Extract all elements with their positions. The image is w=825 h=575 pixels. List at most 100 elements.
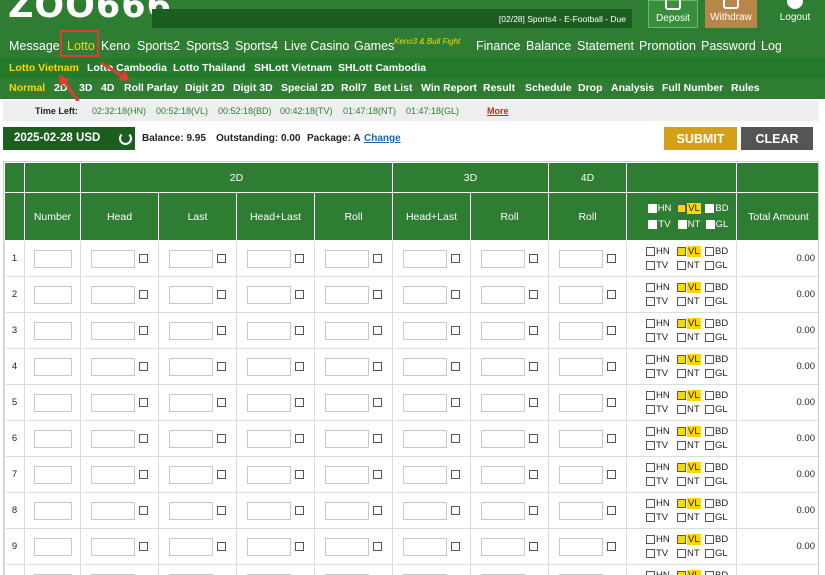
checkbox-icon[interactable] <box>705 534 714 544</box>
number-input[interactable] <box>33 285 72 304</box>
roll-3d-input[interactable] <box>481 285 525 304</box>
checkbox-icon[interactable] <box>646 534 655 544</box>
checkbox-icon[interactable] <box>451 434 460 443</box>
nav-live-casino[interactable]: Live Casino <box>284 39 349 53</box>
head-input[interactable] <box>91 357 135 376</box>
checkbox-icon[interactable] <box>646 462 655 472</box>
refresh-icon[interactable] <box>119 132 132 145</box>
checkbox-icon[interactable] <box>677 260 686 270</box>
region-option-nt[interactable]: NT <box>677 512 705 523</box>
head-input[interactable] <box>91 249 135 268</box>
checkbox-icon[interactable] <box>529 326 538 335</box>
checkbox-icon[interactable] <box>646 260 655 270</box>
checkbox-icon[interactable] <box>373 290 382 299</box>
roll-4d-input[interactable] <box>559 357 603 376</box>
roll-input[interactable] <box>325 501 369 520</box>
checkbox-icon[interactable] <box>705 440 714 450</box>
nav-games[interactable]: Games <box>354 39 394 53</box>
head-last-input[interactable] <box>247 321 291 340</box>
nav-sports3[interactable]: Sports3 <box>186 39 229 53</box>
last-input[interactable] <box>169 393 213 412</box>
checkbox-icon[interactable] <box>646 548 655 558</box>
checkbox-icon[interactable] <box>217 398 226 407</box>
roll-4d-input[interactable] <box>559 465 603 484</box>
region-option-nt[interactable]: NT <box>677 332 705 343</box>
region-option-bd[interactable]: BD <box>705 498 733 509</box>
type-rules[interactable]: Rules <box>731 82 760 94</box>
news-ticker[interactable]: [02/28] Sports4 - E-Football - Due <box>152 9 632 28</box>
checkbox-icon[interactable] <box>646 368 655 378</box>
subnav-shlott-cambodia[interactable]: SHLott Cambodia <box>338 62 426 74</box>
roll-input[interactable] <box>325 249 369 268</box>
region-option-nt[interactable]: NT <box>677 548 705 559</box>
checkbox-icon[interactable] <box>373 470 382 479</box>
checkbox-icon[interactable] <box>295 470 304 479</box>
region-option-hn[interactable]: HN <box>646 462 677 473</box>
region-option-gl[interactable]: GL <box>705 512 733 523</box>
checkbox-icon[interactable] <box>139 362 148 371</box>
roll-4d-input[interactable] <box>559 501 603 520</box>
region-option-vl[interactable]: VL <box>677 390 705 401</box>
checkbox-icon[interactable] <box>677 570 686 575</box>
promo-badge[interactable]: Keno3 & Bull Fight <box>394 37 460 46</box>
number-input[interactable] <box>33 501 72 520</box>
checkbox-icon[interactable] <box>705 498 714 508</box>
head-last-3d-input[interactable] <box>403 537 447 556</box>
roll-input[interactable] <box>325 429 369 448</box>
checkbox-icon[interactable] <box>646 426 655 436</box>
region-option-tv[interactable]: TV <box>646 512 677 523</box>
head-last-3d-input[interactable] <box>403 429 447 448</box>
region-option-gl[interactable]: GL <box>705 260 733 271</box>
checkbox-icon[interactable] <box>607 398 616 407</box>
checkbox-icon[interactable] <box>677 203 687 213</box>
head-last-3d-input[interactable] <box>403 285 447 304</box>
region-header-tv[interactable]: TV <box>644 219 675 230</box>
nav-password[interactable]: Password <box>701 39 756 53</box>
region-header-nt[interactable]: NT <box>675 219 703 230</box>
region-option-vl[interactable]: VL <box>677 318 705 329</box>
checkbox-icon[interactable] <box>677 318 686 328</box>
head-last-input[interactable] <box>247 249 291 268</box>
checkbox-icon[interactable] <box>705 404 714 414</box>
roll-3d-input[interactable] <box>481 501 525 520</box>
region-option-bd[interactable]: BD <box>705 282 733 293</box>
head-last-3d-input[interactable] <box>403 393 447 412</box>
number-input[interactable] <box>33 249 72 268</box>
roll-input[interactable] <box>325 393 369 412</box>
checkbox-icon[interactable] <box>705 390 714 400</box>
checkbox-icon[interactable] <box>647 203 657 213</box>
type-roll7[interactable]: Roll7 <box>341 82 367 94</box>
checkbox-icon[interactable] <box>646 440 655 450</box>
checkbox-icon[interactable] <box>607 362 616 371</box>
checkbox-icon[interactable] <box>677 246 686 256</box>
head-last-3d-input[interactable] <box>403 501 447 520</box>
region-option-hn[interactable]: HN <box>646 390 677 401</box>
checkbox-icon[interactable] <box>677 512 686 522</box>
region-option-hn[interactable]: HN <box>646 318 677 329</box>
last-input[interactable] <box>169 501 213 520</box>
region-option-hn[interactable]: HN <box>646 498 677 509</box>
region-option-hn[interactable]: HN <box>646 570 677 575</box>
head-input[interactable] <box>91 501 135 520</box>
last-input[interactable] <box>169 321 213 340</box>
checkbox-icon[interactable] <box>217 362 226 371</box>
checkbox-icon[interactable] <box>646 570 655 575</box>
type-4d[interactable]: 4D <box>101 82 114 94</box>
checkbox-icon[interactable] <box>529 290 538 299</box>
last-input[interactable] <box>169 537 213 556</box>
checkbox-icon[interactable] <box>677 462 686 472</box>
checkbox-icon[interactable] <box>295 362 304 371</box>
checkbox-icon[interactable] <box>705 512 714 522</box>
checkbox-icon[interactable] <box>705 203 715 213</box>
checkbox-icon[interactable] <box>705 570 714 575</box>
checkbox-icon[interactable] <box>705 354 714 364</box>
checkbox-icon[interactable] <box>677 390 686 400</box>
region-header-hn[interactable]: HN <box>644 203 675 214</box>
checkbox-icon[interactable] <box>529 254 538 263</box>
roll-4d-input[interactable] <box>559 321 603 340</box>
checkbox-icon[interactable] <box>677 368 686 378</box>
checkbox-icon[interactable] <box>373 362 382 371</box>
checkbox-icon[interactable] <box>607 542 616 551</box>
roll-3d-input[interactable] <box>481 537 525 556</box>
checkbox-icon[interactable] <box>217 542 226 551</box>
